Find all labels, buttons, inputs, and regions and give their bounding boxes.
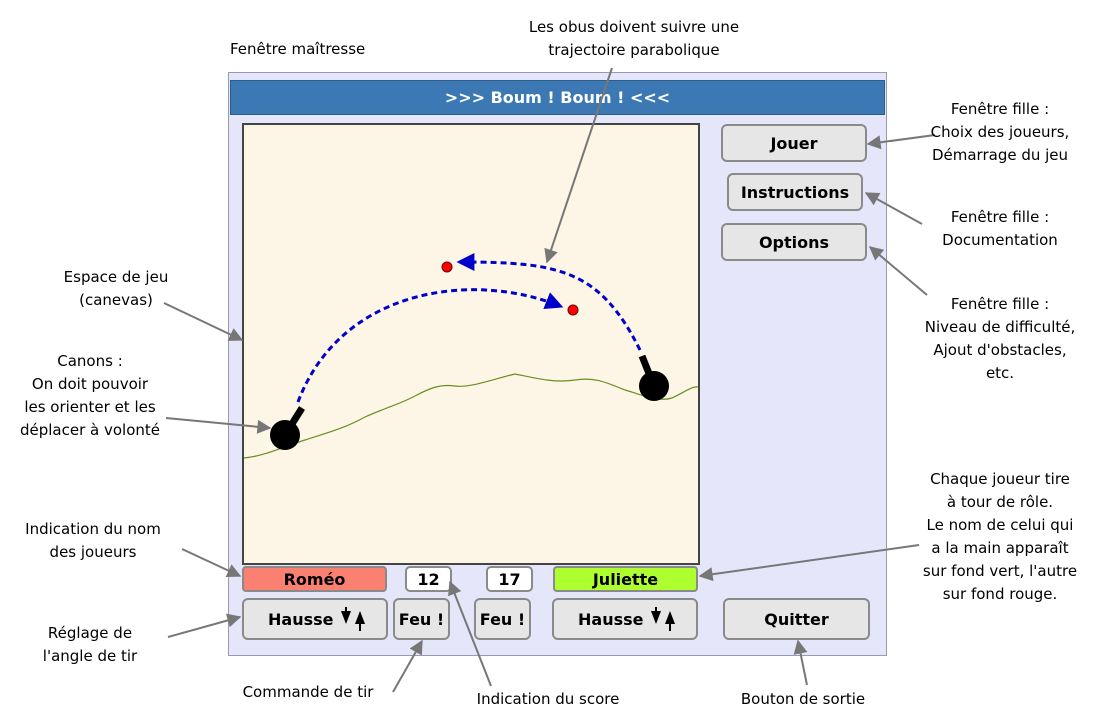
hausse-label-left: Hausse xyxy=(268,609,334,629)
annotation-score: Indication du score xyxy=(476,690,620,708)
annotation-angle: Réglage de l'angle de tir xyxy=(42,624,138,665)
window-title-bar: >>> Boum ! Boum ! <<< xyxy=(230,80,885,115)
annotation-player-names: Indication du nom des joueurs xyxy=(25,520,161,561)
annotation-master-window: Fenêtre maîtresse xyxy=(230,40,366,58)
hausse-label-right: Hausse xyxy=(578,609,644,629)
annotation-canvas: Espace de jeu (canevas) xyxy=(63,268,169,309)
player-name-left: Roméo xyxy=(242,566,387,592)
game-canvas[interactable] xyxy=(242,123,700,565)
score-left: 12 xyxy=(405,566,452,592)
annotation-child-play: Fenêtre fille : Choix des joueurs, Démar… xyxy=(930,100,1070,164)
hausse-control-right[interactable]: Hausse xyxy=(552,598,698,640)
fire-button-left[interactable]: Feu ! xyxy=(393,598,450,640)
annotation-trajectory: Les obus doivent suivre une trajectoire … xyxy=(528,18,740,59)
player-name-right: Juliette xyxy=(553,566,698,592)
score-right: 17 xyxy=(486,566,533,592)
quit-button[interactable]: Quitter xyxy=(723,598,870,640)
up-down-arrows-icon[interactable] xyxy=(339,606,367,632)
play-button[interactable]: Jouer xyxy=(721,124,867,162)
hausse-control-left[interactable]: Hausse xyxy=(242,598,388,640)
annotation-turns: Chaque joueur tire à tour de rôle. Le no… xyxy=(922,470,1078,603)
annotation-child-doc: Fenêtre fille : Documentation xyxy=(942,208,1058,249)
annotation-exit: Bouton de sortie xyxy=(740,690,866,708)
up-down-arrows-icon[interactable] xyxy=(649,606,677,632)
instructions-button[interactable]: Instructions xyxy=(727,173,863,211)
fire-button-right[interactable]: Feu ! xyxy=(474,598,531,640)
options-button[interactable]: Options xyxy=(721,223,867,261)
annotation-fire-command: Commande de tir xyxy=(242,683,374,701)
annotation-cannons: Canons : On doit pouvoir les orienter et… xyxy=(19,352,161,439)
annotation-child-options: Fenêtre fille : Niveau de difficulté, Aj… xyxy=(924,295,1076,382)
